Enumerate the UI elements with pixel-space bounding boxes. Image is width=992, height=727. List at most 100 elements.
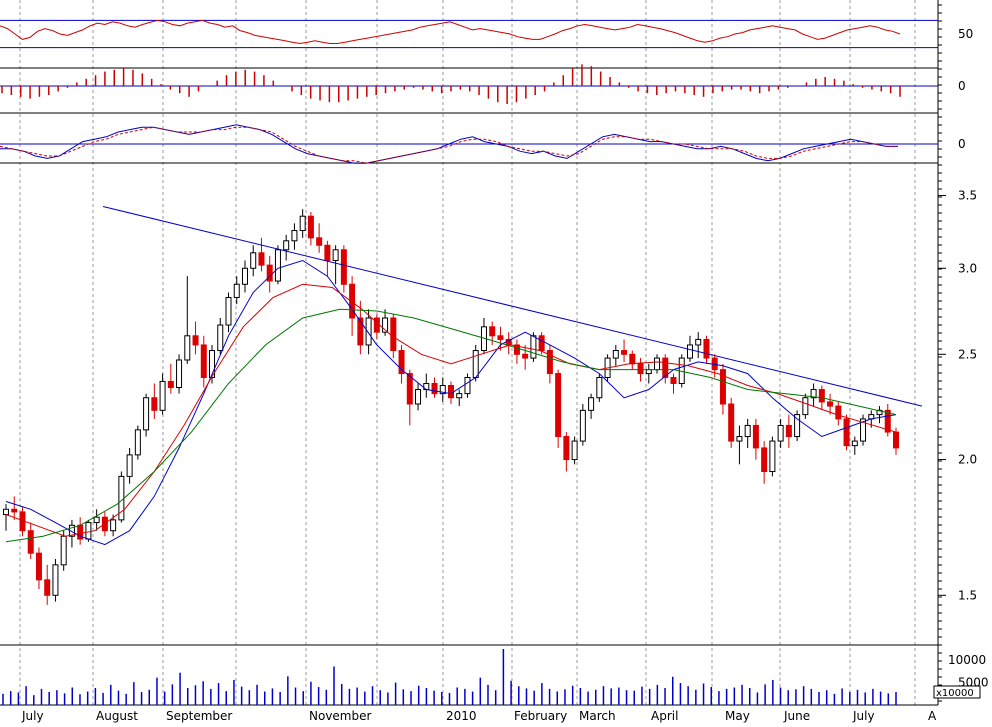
candle-body — [645, 369, 652, 375]
candle-body — [390, 317, 397, 352]
candle-body — [752, 424, 759, 449]
candle-body — [52, 564, 59, 596]
candle-body — [299, 215, 306, 232]
candle-body — [3, 508, 9, 516]
candle-body — [176, 359, 183, 389]
candle-body — [654, 357, 661, 371]
x-axis-label: July — [852, 709, 875, 723]
candle-body — [340, 249, 347, 285]
candle-body — [835, 405, 842, 420]
candle-body — [134, 429, 141, 456]
candle-body — [728, 403, 735, 442]
x-axis-label: August — [96, 709, 138, 723]
candle-body — [110, 519, 117, 532]
price-tick-label: 2.0 — [958, 453, 977, 467]
candle-body — [85, 522, 92, 540]
candle-body — [621, 350, 628, 355]
candle-body — [637, 363, 644, 375]
candle-body — [579, 409, 586, 442]
candle-body — [686, 344, 693, 359]
candle-body — [233, 283, 240, 298]
candle-body — [324, 244, 331, 261]
candle-body — [291, 230, 298, 242]
candle-body — [60, 535, 67, 566]
candle-body — [530, 335, 537, 359]
candle-body — [761, 447, 768, 473]
candle-body — [44, 579, 51, 596]
candle-body — [35, 552, 42, 581]
candle-body — [777, 424, 784, 442]
candle-body — [670, 376, 677, 384]
candle-body — [217, 324, 224, 352]
chart-background — [0, 0, 992, 723]
candle-body — [612, 350, 619, 359]
price-tick-label: 3.5 — [958, 189, 977, 203]
candle-body — [184, 335, 191, 361]
volume-tick-label: 10000 — [948, 653, 986, 667]
candle-body — [225, 296, 232, 326]
candle-body — [744, 424, 751, 438]
price-tick-label: 1.5 — [958, 588, 977, 602]
candle-body — [893, 431, 899, 449]
x-axis-label: September — [166, 709, 232, 723]
candle-body — [27, 530, 34, 554]
oscillator-tick-label: 50 — [958, 27, 973, 41]
x-axis-label: February — [514, 709, 567, 723]
candle-body — [497, 335, 504, 340]
candle-body — [143, 397, 150, 431]
candle-body — [555, 373, 562, 438]
candle-body — [538, 335, 545, 352]
candle-body — [316, 237, 323, 246]
x-axis-label: March — [579, 709, 616, 723]
candle-body — [769, 440, 776, 473]
x-axis-label: July — [21, 709, 44, 723]
candle-body — [629, 353, 636, 365]
candle-body — [464, 376, 471, 395]
candle-body — [192, 335, 199, 346]
candle-body — [283, 240, 290, 251]
candle-body — [126, 454, 133, 477]
price-tick-label: 2.5 — [958, 347, 977, 361]
candle-body — [200, 344, 207, 378]
candle-body — [703, 338, 710, 359]
candle-body — [522, 353, 529, 359]
candle-body — [588, 397, 595, 411]
x-axis-label: November — [309, 709, 371, 723]
candle-body — [818, 389, 825, 403]
candle-body — [258, 252, 265, 266]
x-axis-label: A — [928, 709, 937, 723]
stock-chart: 50 0 0 1.5 2.0 2.5 3.0 3.5 10000 5000 x10000 July Au… — [0, 0, 992, 723]
x-axis-label: June — [783, 709, 810, 723]
volume-multiplier-label: x10000 — [936, 688, 974, 699]
candle-body — [159, 380, 166, 411]
candle-body — [785, 424, 792, 438]
candle-body — [472, 350, 479, 378]
x-axis-label: 2010 — [446, 709, 477, 723]
candle-body — [241, 267, 248, 285]
candle-body — [431, 382, 438, 395]
candle-body — [332, 249, 339, 261]
candle-body — [843, 418, 850, 447]
candle-body — [571, 440, 578, 461]
candle-body — [456, 393, 463, 399]
candle-body — [827, 401, 834, 407]
candle-body — [851, 440, 858, 447]
candle-body — [736, 436, 743, 442]
x-axis-label: May — [725, 709, 750, 723]
candle-body — [274, 249, 281, 282]
price-tick-label: 3.0 — [958, 261, 977, 275]
x-axis-label: April — [651, 709, 678, 723]
momentum-tick-label: 0 — [958, 137, 966, 151]
candle-body — [93, 516, 100, 524]
candle-body — [448, 384, 454, 399]
candle-body — [596, 376, 603, 399]
candle-body — [695, 338, 702, 346]
histogram-tick-label: 0 — [958, 79, 966, 93]
candle-body — [151, 397, 158, 411]
candle-body — [373, 317, 380, 333]
candle-body — [563, 436, 570, 461]
candle-body — [11, 508, 18, 513]
candle-body — [365, 317, 372, 346]
candle-body — [250, 252, 257, 269]
candle-body — [802, 397, 809, 416]
